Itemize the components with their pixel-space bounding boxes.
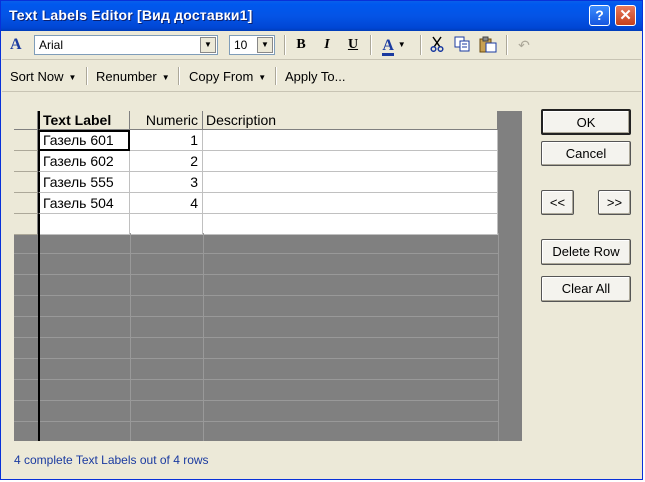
font-size-value: 10 [234,38,248,52]
description-cell[interactable] [203,193,498,214]
grid-row-filler [498,151,522,172]
toolbar-separator [178,67,180,85]
grid-line [14,358,498,359]
renumber-label: Renumber [96,69,157,84]
chevron-down-icon: ▼ [258,73,267,83]
next-button[interactable]: >> [598,190,631,215]
toolbar-separator [370,35,372,55]
sort-now-button[interactable]: Sort Now ▼ [10,69,76,84]
font-icon: A [10,36,22,53]
status-message: 4 complete Text Labels out of 4 rows [14,453,209,467]
text-label-cell[interactable]: Газель 601 [38,130,130,151]
grid-line [14,400,498,401]
dialog-window: Text Labels Editor [Вид доставки1] ? ✕ A… [0,0,643,480]
window-title: Text Labels Editor [Вид доставки1] [9,7,253,23]
cut-icon[interactable] [427,36,447,54]
paste-icon[interactable] [478,36,498,54]
toolbar-separator [284,35,286,55]
grid-row-filler [498,172,522,193]
numeric-cell[interactable]: 3 [130,172,203,193]
undo-icon[interactable]: ↶ [514,36,534,54]
italic-button[interactable]: I [317,36,337,54]
copy-icon[interactable] [452,36,472,54]
numeric-cell[interactable]: 4 [130,193,203,214]
underline-button[interactable]: U [343,36,363,54]
text-label-cell[interactable] [38,214,130,235]
grid-line [14,379,498,380]
grid-row-filler [498,214,522,235]
grid-line [14,274,498,275]
description-cell[interactable] [203,172,498,193]
column-header-numeric[interactable]: Numeric [130,111,203,130]
apply-to-button[interactable]: Apply To... [285,69,345,84]
grid-line [14,295,498,296]
numeric-cell[interactable]: 2 [130,151,203,172]
grid-row-filler [498,130,522,151]
numeric-cell[interactable]: 1 [130,130,203,151]
ok-button[interactable]: OK [541,109,631,135]
close-button[interactable]: ✕ [615,5,636,26]
actions-toolbar: Sort Now ▼ Renumber ▼ Copy From ▼ Apply To.… [2,61,641,92]
toolbar-separator [275,67,277,85]
grid-line [14,337,498,338]
grid-corner [14,111,38,130]
description-cell[interactable] [203,130,498,151]
row-header[interactable] [14,130,38,151]
title-bar[interactable]: Text Labels Editor [Вид доставки1] ? ✕ [1,1,642,31]
font-size-select[interactable]: 10 ▼ [229,35,275,55]
toolbar-separator [506,35,508,55]
sort-now-label: Sort Now [10,69,64,84]
column-header-text-label[interactable]: Text Label [38,111,130,130]
font-name-value: Arial [39,38,64,52]
row-header[interactable] [14,151,38,172]
copy-from-button[interactable]: Copy From ▼ [189,69,266,84]
delete-row-button[interactable]: Delete Row [541,239,631,265]
toolbar-separator [86,67,88,85]
text-label-cell[interactable]: Газель 504 [38,193,130,214]
font-name-select[interactable]: Arial ▼ [34,35,218,55]
bold-button[interactable]: B [291,36,311,54]
grid-line [14,253,498,254]
row-header[interactable] [14,172,38,193]
chevron-down-icon: ▼ [161,73,170,83]
row-header[interactable] [14,214,38,235]
font-color-button[interactable]: A ▼ [378,36,410,56]
grid-row-filler [498,193,522,214]
chevron-down-icon[interactable]: ▼ [257,37,273,53]
grid-line [498,233,499,441]
numeric-cell[interactable] [130,214,203,235]
column-header-description[interactable]: Description [203,111,498,130]
description-cell[interactable] [203,214,498,235]
grid-header-filler [498,111,522,130]
renumber-button[interactable]: Renumber ▼ [96,69,170,84]
grid-line [14,421,498,422]
chevron-down-icon: ▼ [68,73,77,83]
cancel-button[interactable]: Cancel [541,141,631,166]
help-button[interactable]: ? [589,5,610,26]
clear-all-button[interactable]: Clear All [541,276,631,302]
description-cell[interactable] [203,151,498,172]
text-labels-grid[interactable]: Text Label Numeric Description Газель 60… [14,111,522,441]
row-header[interactable] [14,193,38,214]
text-label-cell[interactable]: Газель 602 [38,151,130,172]
text-label-cell[interactable]: Газель 555 [38,172,130,193]
grid-line [14,316,498,317]
formatting-toolbar: A Arial ▼ 10 ▼ B I U A ▼ ↶ [2,31,641,60]
previous-button[interactable]: << [541,190,574,215]
chevron-down-icon[interactable]: ▼ [200,37,216,53]
copy-from-label: Copy From [189,69,254,84]
grid-line [38,233,40,441]
chevron-down-icon: ▼ [397,40,406,49]
grid-line [203,233,204,441]
grid-line [130,233,131,441]
toolbar-separator [420,35,422,55]
font-color-icon: A [382,37,394,56]
